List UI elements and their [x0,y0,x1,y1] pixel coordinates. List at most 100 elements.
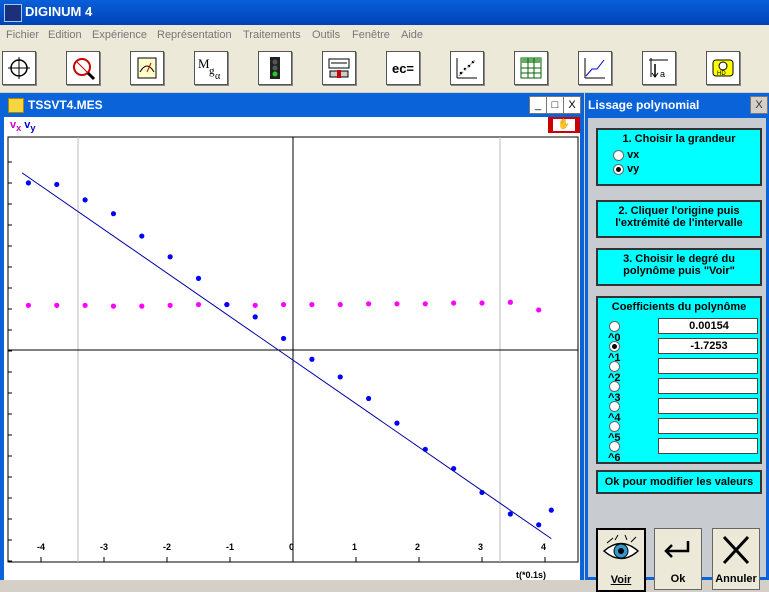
data-point-vy [82,197,88,203]
data-point-vx [25,302,31,308]
table-icon [520,57,542,79]
step3-line1: 3. Choisir le degré du [623,253,735,265]
data-point-vx [139,303,145,309]
menu-experience[interactable]: Expérience [92,29,147,41]
hd-camera-icon: HD [712,59,734,77]
data-point-vy [139,233,145,239]
step2-line1: 2. Cliquer l'origine puis [618,205,740,217]
coef-field-5[interactable] [658,418,758,434]
x-axis-unit-label: t(*0.1s) [516,570,546,580]
menu-fenetre[interactable]: Fenêtre [352,29,390,41]
data-marks [21,172,554,540]
data-point-vx [82,302,88,308]
data-point-vx [394,301,400,307]
coef-radio-2[interactable] [608,360,620,372]
coef-radio-6[interactable] [608,440,620,452]
ok-modify-button[interactable]: Ok pour modifier les valeurs [596,470,762,494]
option-vx[interactable]: vx [598,149,760,161]
maximize-button[interactable]: □ [546,96,564,114]
curve-icon [584,58,605,79]
data-point-vx [366,301,372,307]
coef-field-6[interactable] [658,438,758,454]
app-icon [4,4,22,22]
data-point-vy [25,180,31,186]
coefficients-box: Coefficients du polynôme ^0 0.00154 ^1 -1.… [596,296,762,464]
scatter-icon [456,58,477,79]
close-window-button[interactable]: X [563,96,581,114]
menu-outils[interactable]: Outils [312,29,340,41]
data-point-vy [536,522,542,528]
scatter-tool-button[interactable] [450,51,484,85]
coef-radio-3[interactable] [608,380,620,392]
toolbar: Mgα ec= a HD [0,46,769,92]
data-point-vy [110,211,117,217]
equation-tool-button[interactable]: ec= [386,51,420,85]
menu-fichier[interactable]: Fichier [6,29,39,41]
coef-radio-0[interactable] [608,320,620,332]
coef-field-3[interactable] [658,378,758,394]
curve-tool-button[interactable] [578,51,612,85]
data-point-vx [54,302,60,308]
coef-field-1[interactable]: -1.7253 [658,338,758,354]
document-icon [8,98,24,113]
zoom-tool-button[interactable] [66,51,100,85]
crosshair-icon [8,57,30,79]
mg-alpha-tool-button[interactable]: Mgα [194,51,228,85]
mg-alpha-icon: Mgα [198,56,221,81]
fit-line [21,172,552,540]
hd-camera-tool-button[interactable]: HD [706,51,740,85]
coef-field-4[interactable] [658,398,758,414]
x-tick-label: 4 [541,542,546,552]
panel-close-button[interactable]: X [750,96,768,114]
plot-svg: -4 -3 -2 -1 0 1 2 3 4 t(*0.1s) [7,136,579,580]
menu-traitements[interactable]: Traitements [243,29,301,41]
crosshair-tool-button[interactable] [2,51,36,85]
traffic-light-tool-button[interactable] [258,51,292,85]
y-ticks [8,161,12,562]
vector-icon: a [649,58,668,79]
menu-representation[interactable]: Représentation [157,29,232,41]
data-point-vx [195,301,202,308]
meter-tool-button[interactable] [130,51,164,85]
data-point-vx [337,301,343,308]
voir-button[interactable]: Voir [596,528,646,592]
data-point-vy [224,301,230,308]
graph-window: TSSVT4.MES _ □ X vx vy ✋ -4 -3 -2 -1 0 1 2 3 4 t… [0,93,584,580]
menu-edition[interactable]: Edition [48,29,82,41]
coef-field-2[interactable] [658,358,758,374]
coef-radio-1[interactable] [608,340,620,352]
acceleration-tool-button[interactable]: a [642,51,676,85]
radio-vy[interactable] [613,163,624,175]
plot-area[interactable]: vx vy ✋ -4 -3 -2 -1 0 1 2 3 4 t(*0.1s) [4,117,580,580]
data-point-vx [110,303,117,309]
annuler-label: Annuler [715,573,757,585]
slider-tool-button[interactable] [322,51,356,85]
coefficients-title: Coefficients du polynôme [611,301,747,313]
minimize-button[interactable]: _ [529,96,547,114]
annuler-button[interactable]: Annuler [712,528,760,590]
data-point-vx [309,301,315,308]
meter-icon [137,57,157,79]
menu-aide[interactable]: Aide [401,29,423,41]
enter-arrow-icon [664,541,690,558]
x-tick-label: 0 [289,542,294,552]
svg-text:HD: HD [717,71,726,77]
data-point-vx [451,300,457,306]
x-tick-label: 2 [415,542,420,552]
option-vy[interactable]: vy [598,163,760,175]
coef-radio-4[interactable] [608,400,620,412]
data-point-vy [252,314,258,320]
step2-line2: l'extrémité de l'intervalle [615,217,743,229]
lissage-panel: Lissage polynomial X 1. Choisir la grand… [585,93,769,592]
equation-label: ec= [391,60,415,76]
coef-radio-5[interactable] [608,420,620,432]
x-tick-label: -2 [163,542,171,552]
coef-field-0[interactable]: 0.00154 [658,318,758,334]
table-tool-button[interactable] [514,51,548,85]
ok-button[interactable]: Ok [654,528,702,590]
slider-icon [328,58,350,78]
x-tick-label: 1 [352,542,357,552]
voir-label: Voir [610,574,632,586]
radio-vx[interactable] [613,149,624,161]
graph-window-title: TSSVT4.MES [28,98,103,112]
